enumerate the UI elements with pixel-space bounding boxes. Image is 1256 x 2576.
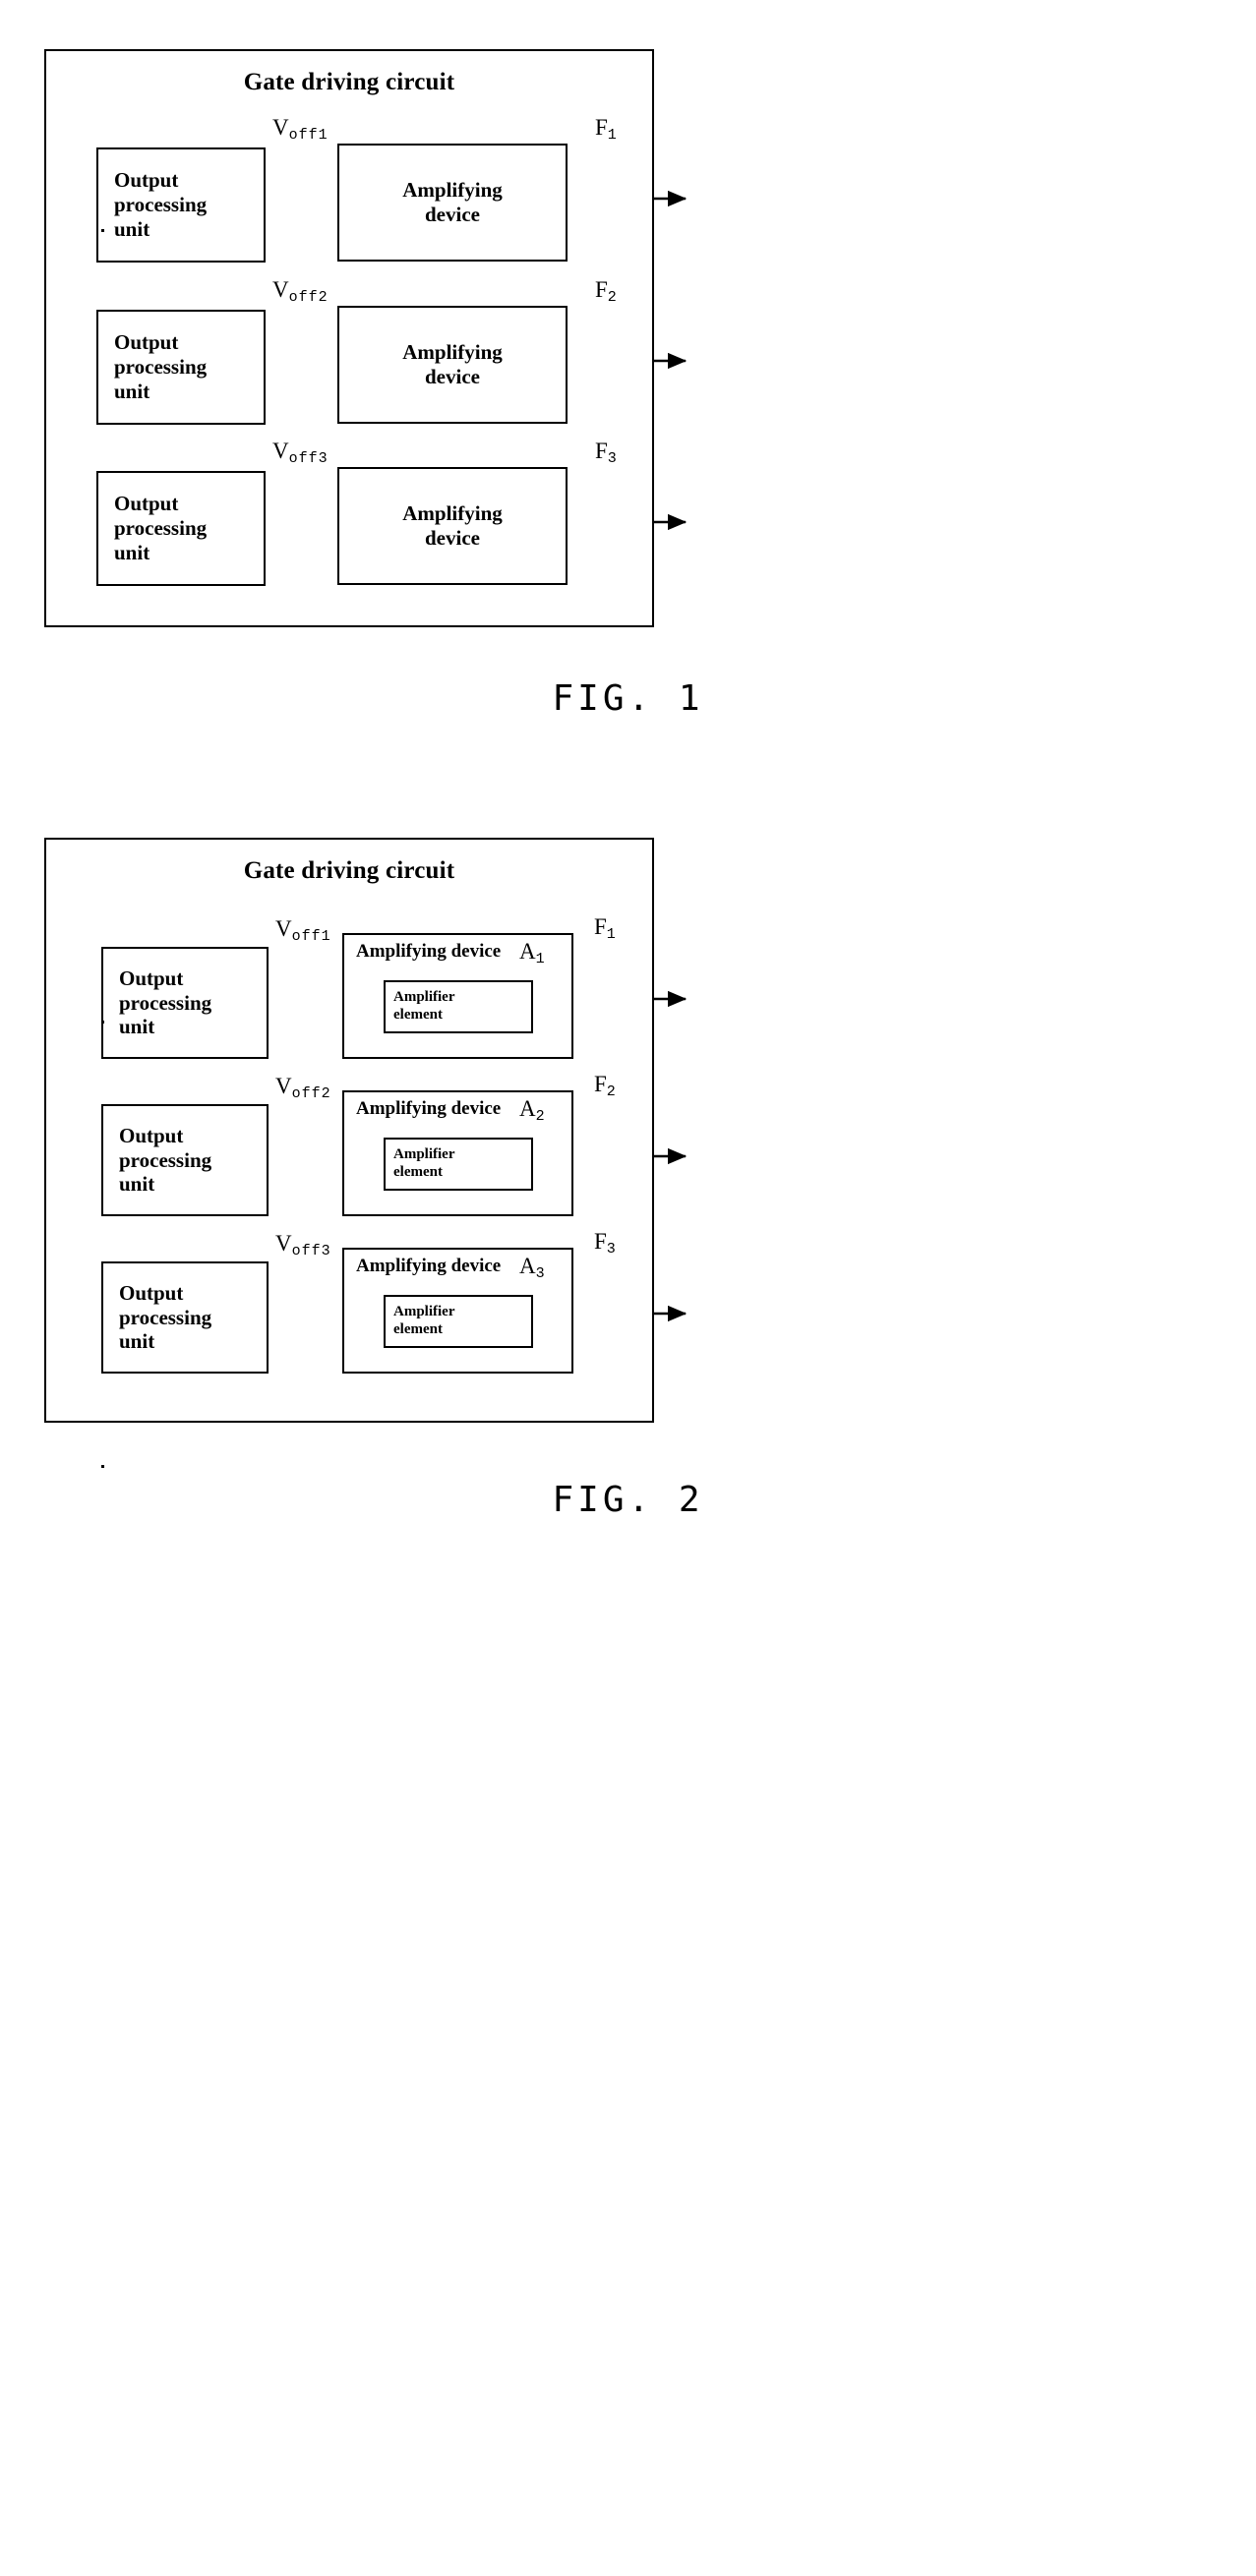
fig2-output-processing-unit-3: Output processing unit [101, 1261, 269, 1374]
patent-figure-sheet: Gate driving circuit Output processing u… [0, 0, 1256, 2576]
fig1-voff-2-label: Voff2 [272, 277, 329, 307]
fig2-caption: FIG. 2 [552, 1480, 704, 1520]
fig2-output-processing-unit-1: Output processing unit [101, 947, 269, 1059]
fig2-opu-1-label: Output processing unit [119, 966, 212, 1039]
fig2-voff-3-label: Voff3 [275, 1231, 331, 1260]
fig1-amplifying-device-3: Amplifying device [337, 467, 568, 585]
fig1-amplifying-device-1: Amplifying device [337, 144, 568, 262]
fig1-output-processing-unit-2: Output processing unit [96, 310, 266, 425]
scan-artifact-dot-2 [101, 1021, 104, 1024]
fig2-output-2-label: F2 [594, 1072, 617, 1101]
fig2-amplifier-element-3-label: Amplifier element [393, 1304, 455, 1337]
fig2-amp-ref-1-label: A1 [519, 939, 546, 968]
fig2-output-1-label: F1 [594, 914, 617, 944]
fig2-amp-ref-2-label: A2 [519, 1096, 546, 1126]
fig2-voff-2-label: Voff2 [275, 1074, 331, 1103]
scan-artifact-dot-3 [101, 1465, 104, 1468]
fig2-amplifier-element-3: Amplifier element [384, 1295, 533, 1348]
fig2-amp-ref-3-label: A3 [519, 1254, 546, 1283]
fig1-opu-3-label: Output processing unit [114, 492, 208, 564]
fig2-circuit-title: Gate driving circuit [243, 857, 455, 884]
fig1-output-3-label: F3 [595, 439, 618, 468]
fig1-circuit-title: Gate driving circuit [243, 69, 455, 95]
fig2-opu-3-label: Output processing unit [119, 1280, 212, 1354]
fig2-amplifier-element-1-label: Amplifier element [393, 989, 455, 1023]
fig1-amp-3-label: Amplifying device [402, 501, 503, 550]
fig1-caption: FIG. 1 [552, 678, 704, 719]
fig1-opu-1-label: Output processing unit [114, 168, 208, 241]
fig1-amplifying-device-2: Amplifying device [337, 306, 568, 424]
fig2-voff-1-label: Voff1 [275, 916, 331, 946]
fig1-voff-1-label: Voff1 [272, 115, 329, 145]
fig2-opu-2-label: Output processing unit [119, 1123, 212, 1197]
fig2-amplifier-element-1: Amplifier element [384, 980, 533, 1033]
fig2-amplifier-element-2-label: Amplifier element [393, 1146, 455, 1180]
fig1-output-2-label: F2 [595, 277, 618, 307]
fig1-output-processing-unit-1: Output processing unit [96, 147, 266, 263]
scan-artifact-dot-1 [101, 229, 104, 232]
fig1-amp-1-label: Amplifying device [402, 178, 503, 226]
fig2-amplifier-element-2: Amplifier element [384, 1138, 533, 1191]
fig1-output-processing-unit-3: Output processing unit [96, 471, 266, 586]
fig2-output-3-label: F3 [594, 1229, 617, 1259]
fig1-opu-2-label: Output processing unit [114, 330, 208, 403]
fig1-voff-3-label: Voff3 [272, 439, 329, 468]
fig2-output-processing-unit-2: Output processing unit [101, 1104, 269, 1216]
fig1-output-1-label: F1 [595, 115, 618, 145]
fig1-amp-2-label: Amplifying device [402, 340, 503, 388]
